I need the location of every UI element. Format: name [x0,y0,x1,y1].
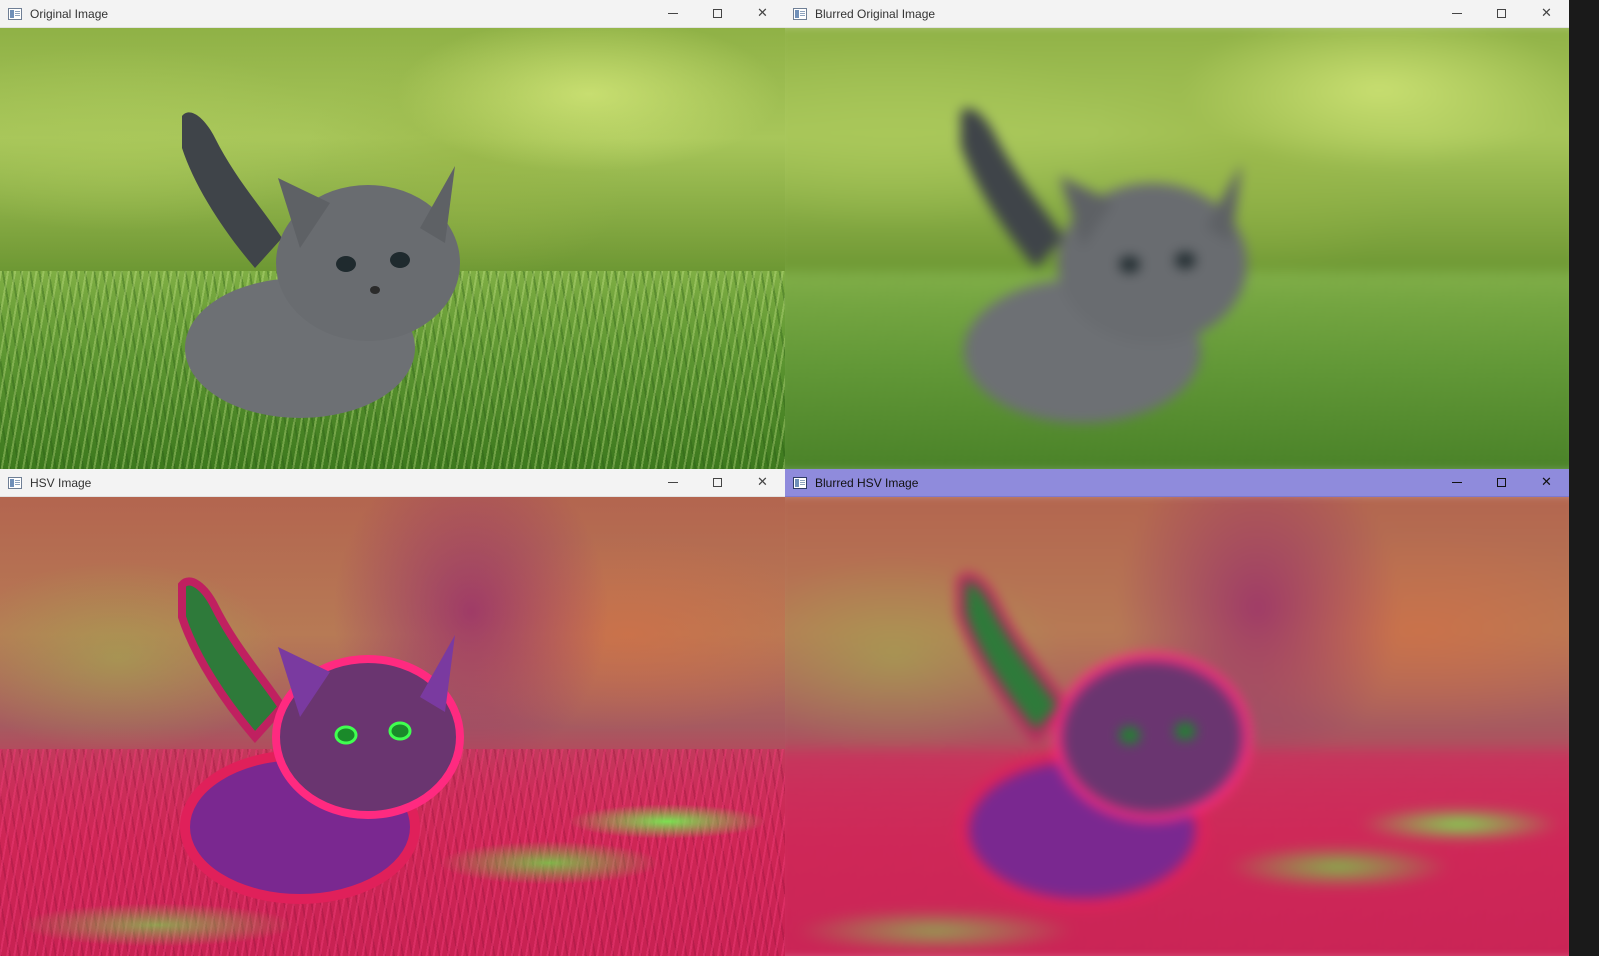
minimize-button[interactable] [650,0,695,28]
kitten-tail [956,573,1069,744]
maximize-button[interactable] [1479,469,1524,497]
titlebar[interactable]: Original Image ✕ [0,0,785,28]
kitten-eye-left [1119,727,1140,744]
close-icon: ✕ [757,475,768,490]
maximize-button[interactable] [1479,0,1524,28]
photo [0,28,785,469]
minimize-button[interactable] [1434,469,1479,497]
image-canvas [785,497,1569,956]
image-canvas [0,28,785,469]
image-canvas [785,28,1569,469]
kitten-figure [960,108,1248,424]
minimize-icon [667,13,678,14]
window-original-image[interactable]: Original Image ✕ [0,0,785,469]
photo [0,497,785,956]
app-icon [793,7,807,20]
maximize-icon [1497,9,1506,18]
app-icon [793,476,807,489]
window-title: Blurred HSV Image [815,475,919,490]
window-blurred-hsv-image[interactable]: Blurred HSV Image ✕ [785,469,1569,956]
close-button[interactable]: ✕ [740,469,785,497]
titlebar[interactable]: Blurred HSV Image ✕ [785,469,1569,497]
kitten-figure [956,573,1252,910]
minimize-icon [1451,13,1462,14]
kitten-eye-right [390,252,410,268]
maximize-icon [1497,478,1506,487]
photo [785,28,1569,469]
kitten-tail [182,112,282,269]
desktop: Original Image ✕ Blurred Original Image … [0,0,1599,956]
kitten-figure [182,112,460,418]
kitten-tail [960,108,1064,269]
close-button[interactable]: ✕ [740,0,785,28]
kitten-eye-right [1174,722,1196,740]
window-hsv-image[interactable]: HSV Image ✕ [0,469,785,956]
minimize-button[interactable] [650,469,695,497]
maximize-button[interactable] [695,469,740,497]
app-icon [8,476,22,489]
close-icon: ✕ [1541,6,1552,21]
kitten-eye-left [1119,256,1140,273]
kitten-nose [370,286,380,294]
kitten-head [1053,652,1252,822]
close-button[interactable]: ✕ [1524,469,1569,497]
kitten-eye-left [334,725,358,745]
window-controls: ✕ [650,469,785,497]
close-button[interactable]: ✕ [1524,0,1569,28]
window-title: Original Image [30,6,109,21]
photo [785,497,1569,956]
window-title: Blurred Original Image [815,6,936,21]
app-icon [8,7,22,20]
kitten-eye-left [336,256,356,272]
window-controls: ✕ [650,0,785,28]
window-blurred-original-image[interactable]: Blurred Original Image ✕ [785,0,1569,469]
minimize-button[interactable] [1434,0,1479,28]
window-controls: ✕ [1434,0,1569,28]
titlebar[interactable]: Blurred Original Image ✕ [785,0,1569,28]
window-title: HSV Image [30,475,92,490]
titlebar[interactable]: HSV Image ✕ [0,469,785,497]
maximize-icon [713,9,722,18]
close-icon: ✕ [757,6,768,21]
maximize-icon [713,478,722,487]
minimize-icon [1451,482,1462,483]
maximize-button[interactable] [695,0,740,28]
kitten-eye-right [388,721,412,741]
minimize-icon [667,482,678,483]
kitten-tail [178,577,288,744]
close-icon: ✕ [1541,475,1552,490]
image-canvas [0,497,785,956]
kitten-figure [178,577,464,904]
kitten-eye-right [1174,252,1196,269]
window-controls: ✕ [1434,469,1569,497]
